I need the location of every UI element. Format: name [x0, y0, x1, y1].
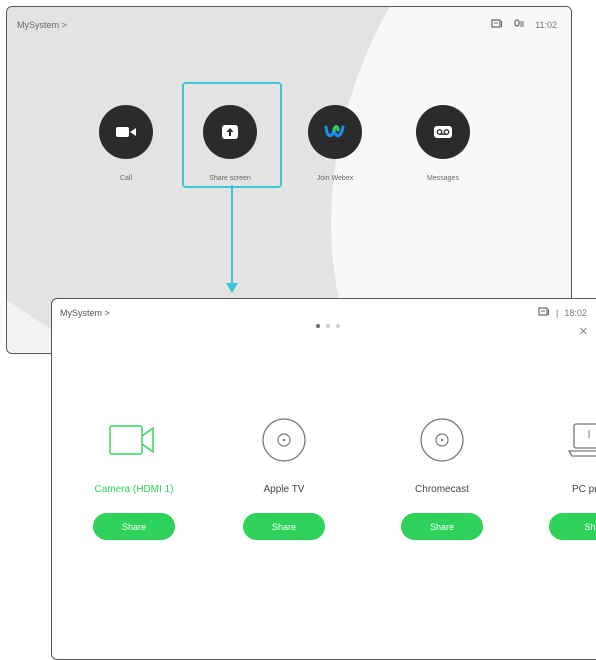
chromecast-icon: [420, 418, 464, 462]
page-indicator: [316, 324, 340, 328]
share-button[interactable]: Share: [401, 513, 483, 540]
share-screen-highlight: [182, 82, 282, 188]
page-dot[interactable]: [336, 324, 340, 328]
share-button[interactable]: Share: [243, 513, 325, 540]
source-name: PC pres: [571, 484, 596, 495]
apple-tv-icon: [262, 418, 306, 462]
call-button[interactable]: [99, 105, 153, 159]
laptop-icon: [567, 423, 596, 457]
mic-status-icon: [513, 19, 525, 31]
source-apple-tv[interactable]: Apple TV Share: [224, 415, 344, 540]
share-panel: MySystem > | 18:02 × Camera (HDMI 1) Sha…: [51, 298, 596, 660]
screen-status-icon: [538, 307, 550, 319]
source-name: Chromecast: [415, 484, 469, 495]
screen-status-icon: [491, 19, 503, 31]
connector-line: [231, 185, 233, 289]
share-button[interactable]: Share: [93, 513, 175, 540]
hdmi-camera-icon: [109, 425, 154, 455]
share-button[interactable]: Sh: [549, 513, 596, 540]
join-webex-button[interactable]: [308, 105, 362, 159]
video-camera-icon: [116, 127, 136, 137]
clock: 18:02: [564, 308, 587, 318]
join-webex-app[interactable]: Join Webex: [303, 105, 367, 182]
arrow-down-icon: [226, 283, 238, 293]
page-dot[interactable]: [326, 324, 330, 328]
join-webex-label: Join Webex: [316, 175, 354, 182]
system-title[interactable]: MySystem >: [60, 308, 110, 318]
source-name: Apple TV: [263, 484, 305, 495]
messages-label: Messages: [427, 175, 459, 182]
source-pc-presentation[interactable]: PC pres Sh: [530, 415, 596, 540]
close-icon[interactable]: ×: [579, 323, 588, 340]
status-bar: 11:02: [491, 19, 557, 31]
page-dot[interactable]: [316, 324, 320, 328]
source-camera-hdmi[interactable]: Camera (HDMI 1) Share: [74, 415, 194, 540]
source-chromecast[interactable]: Chromecast Share: [382, 415, 502, 540]
status-bar: | 18:02: [538, 307, 587, 319]
messages-app[interactable]: Messages: [411, 105, 475, 182]
webex-icon: [324, 125, 345, 138]
clock: 11:02: [535, 20, 557, 30]
messages-button[interactable]: [416, 105, 470, 159]
system-title[interactable]: MySystem >: [17, 20, 67, 30]
call-label: Call: [119, 175, 133, 182]
voicemail-icon: [434, 126, 452, 138]
status-separator: |: [556, 308, 559, 318]
call-app[interactable]: Call: [94, 105, 158, 182]
source-name: Camera (HDMI 1): [94, 484, 174, 495]
